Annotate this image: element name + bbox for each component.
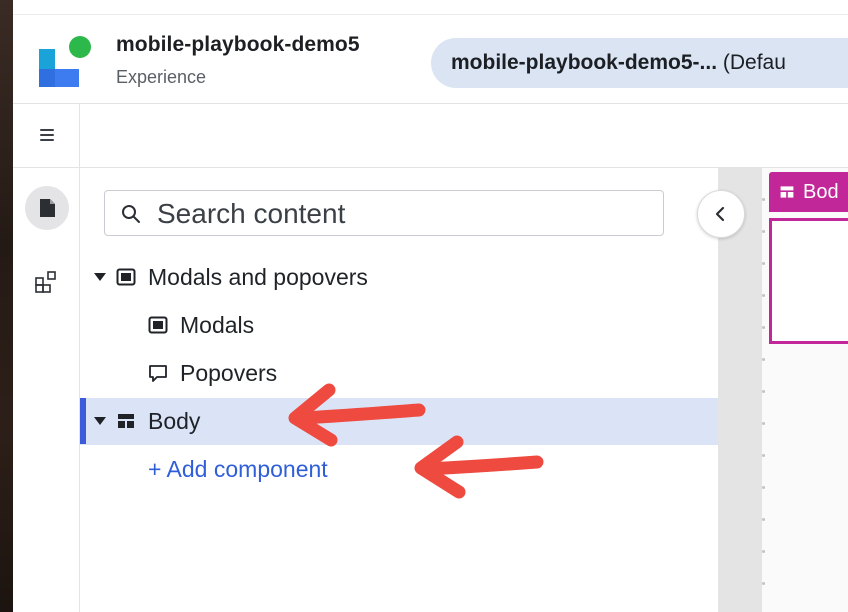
layout-icon: [780, 186, 794, 198]
layout-icon: [118, 414, 134, 428]
add-component-link[interactable]: + Add component: [80, 446, 718, 492]
environment-selector[interactable]: mobile-playbook-demo5-... (Defau: [431, 38, 848, 88]
window-top-edge: [13, 0, 848, 15]
tree-item-label: Popovers: [180, 360, 278, 386]
app-header: mobile-playbook-demo5 Experience mobile-…: [13, 15, 848, 104]
tree-item-modals[interactable]: Modals: [80, 302, 718, 348]
canvas-body-tag[interactable]: Bod: [769, 172, 848, 212]
app-subtitle: Experience: [116, 67, 207, 87]
annotation-arrow-add-component: [414, 435, 544, 499]
tree-item-modals-and-popovers[interactable]: Modals and popovers: [80, 254, 718, 300]
page-icon: [40, 199, 55, 217]
add-component-label: + Add component: [148, 456, 328, 482]
search-box: [104, 190, 664, 236]
search-icon: [122, 205, 140, 223]
tree-item-label: Modals: [180, 312, 255, 338]
components-rail-button[interactable]: [29, 264, 65, 300]
toolbar: [13, 104, 848, 168]
tree-item-label: Modals and popovers: [148, 264, 368, 290]
selection-indicator: [80, 398, 86, 444]
modal-icon: [148, 316, 168, 334]
caret-down-icon[interactable]: [93, 414, 107, 428]
speech-bubble-icon: [149, 365, 167, 382]
app-logo-icon: [39, 36, 91, 87]
environment-name: mobile-playbook-demo5-...: [451, 51, 718, 74]
canvas-ruler: [762, 168, 766, 612]
menu-button[interactable]: [13, 104, 80, 167]
left-rail: [13, 168, 80, 612]
desktop-background: [0, 0, 13, 612]
modal-icon: [116, 268, 136, 286]
canvas-body-frame[interactable]: [769, 218, 848, 344]
app-title: mobile-playbook-demo5: [116, 33, 360, 56]
hamburger-icon: [40, 129, 54, 141]
canvas-area: Bod: [718, 168, 848, 612]
caret-down-icon[interactable]: [93, 270, 107, 284]
components-icon: [35, 271, 56, 293]
environment-suffix: (Defau: [717, 51, 786, 74]
chevron-left-icon: [715, 206, 725, 222]
app-window: mobile-playbook-demo5 Experience mobile-…: [13, 0, 848, 612]
pages-rail-button[interactable]: [25, 186, 69, 230]
search-input[interactable]: [155, 191, 649, 236]
collapse-panel-button[interactable]: [697, 190, 745, 238]
tree-item-label: Body: [148, 408, 201, 434]
canvas-body-label: Bod: [803, 181, 839, 203]
